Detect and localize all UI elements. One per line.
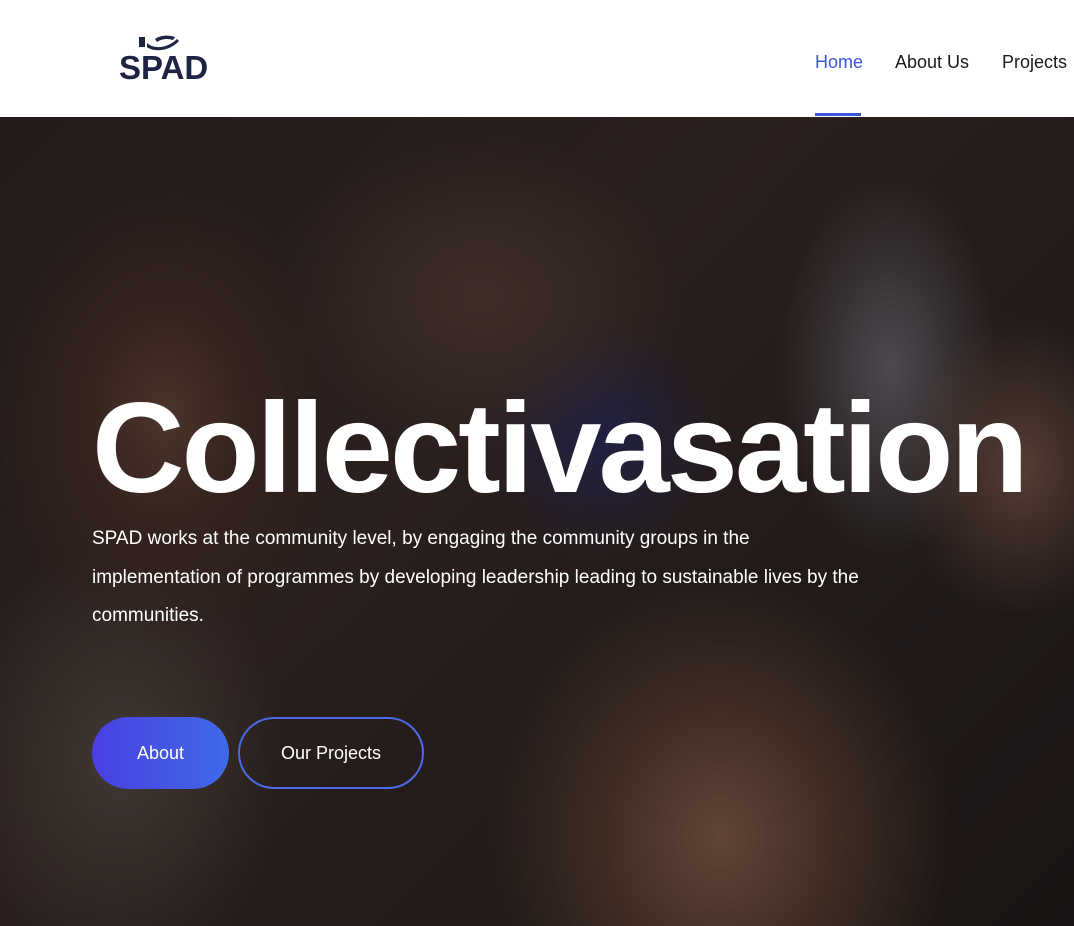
hero-section: Collectivasation SPAD works at the commu… [0, 117, 1074, 926]
nav-home[interactable]: Home [815, 52, 863, 73]
site-header: SPAD Home About Us Projects [0, 0, 1074, 117]
hero-title: Collectivasation [92, 377, 1029, 520]
our-projects-button[interactable]: Our Projects [238, 717, 424, 789]
about-button[interactable]: About [92, 717, 229, 789]
nav-projects[interactable]: Projects [1002, 52, 1067, 73]
hero-description: SPAD works at the community level, by en… [92, 528, 859, 626]
main-nav: Home About Us Projects [0, 52, 1074, 117]
nav-active-indicator [815, 113, 861, 116]
nav-about-us[interactable]: About Us [895, 52, 969, 73]
